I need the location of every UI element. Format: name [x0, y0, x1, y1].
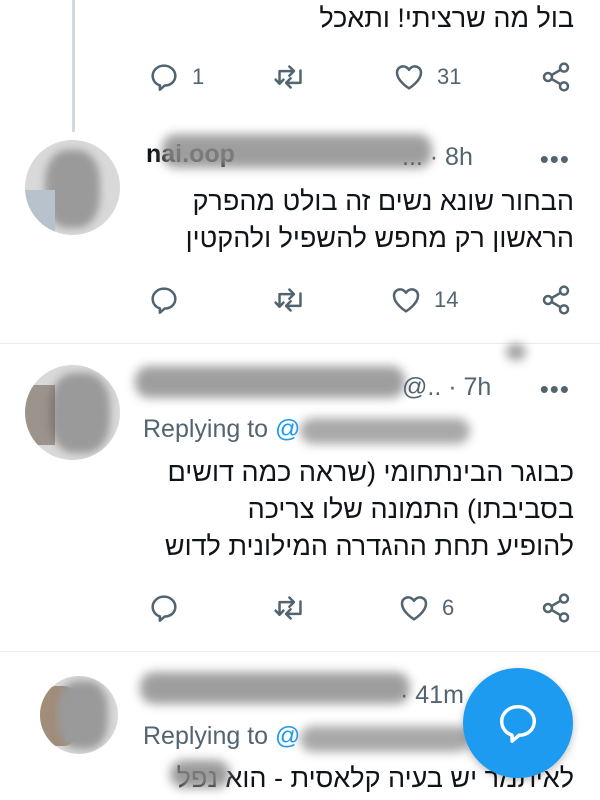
tweet-2-like-count: 14 [434, 287, 459, 312]
tweet-4-avatar[interactable] [40, 676, 118, 754]
replying-handle-redaction [300, 726, 470, 752]
replying-label: Replying to [143, 415, 269, 443]
heart-icon [400, 596, 428, 621]
replying-handle-link[interactable]: @ [275, 722, 300, 750]
tweet-4-handle-time: · 41m [400, 681, 464, 709]
tweet-2-avatar[interactable] [25, 140, 120, 235]
tweet-1-reply-button[interactable]: 1 [148, 61, 204, 93]
tweet-3-share-button[interactable] [540, 592, 572, 624]
tweet-3-like-count: 6 [442, 595, 455, 620]
tweet-2-handle-time: ... · 8h [402, 143, 473, 171]
tweet-divider [0, 651, 600, 652]
tweet-2-like-button[interactable]: 14 [390, 284, 458, 316]
redaction-mark [506, 344, 526, 360]
tweet-3-handle-time: @.. · 7h [402, 373, 492, 401]
tweet-4-name-redaction [140, 672, 410, 704]
tweet-1-retweet-button[interactable] [273, 61, 307, 93]
tweet-1-like-button[interactable]: 31 [393, 61, 461, 93]
reply-icon [151, 595, 177, 622]
tweet-3-avatar[interactable] [25, 365, 120, 460]
tweet-3-text: כבוגר הבינתחומי (שראה כמה דושים בסביבתו)… [165, 454, 574, 565]
replying-label: Replying to [143, 722, 269, 750]
retweet-icon [274, 65, 302, 89]
tweet-3-line-1: כבוגר הבינתחומי (שראה כמה דושים [167, 457, 574, 487]
tweet-2-share-button[interactable] [540, 284, 572, 316]
tweet-2-handle-redaction [162, 134, 432, 168]
tweet-2-text: הבחור שונא נשים זה בולט מהפרק הראשון רק … [186, 183, 574, 257]
thread-connector-line [72, 0, 75, 132]
tweet-1-text: בול מה שרציתי! ותאכל [319, 0, 574, 37]
tweet-3-line-2: בסביבתו) התמונה שלו צריכה [247, 494, 574, 524]
share-icon [542, 62, 570, 92]
reply-icon [151, 64, 177, 91]
heart-icon [392, 288, 420, 313]
tweet-2-line-1: הבחור שונא נשים זה בולט מהפרק [192, 186, 575, 216]
compose-reply-icon [499, 704, 537, 743]
tweet-3-like-button[interactable]: 6 [398, 592, 454, 624]
compose-reply-button[interactable] [463, 668, 573, 778]
tweet-1-line-1: בול מה שרציתי! ותאכל [319, 3, 574, 33]
tweet-3-name-redaction [135, 366, 405, 398]
tweet-3-more-icon[interactable]: ••• [540, 374, 570, 405]
tweet-1-reply-count: 1 [192, 64, 205, 89]
tweet-1-like-count: 31 [437, 64, 462, 89]
retweet-icon [274, 596, 302, 620]
tweet-3-retweet-button[interactable] [273, 592, 307, 624]
tweet-2-retweet-button[interactable] [273, 284, 307, 316]
tweet-2-reply-button[interactable] [148, 284, 180, 316]
reply-icon [151, 287, 177, 314]
share-icon [542, 285, 570, 315]
tweet-3-replying-to: Replying to @ [143, 415, 300, 444]
replying-handle-link[interactable]: @ [275, 415, 300, 443]
retweet-icon [274, 288, 302, 312]
heart-icon [395, 65, 423, 90]
tweet-4-text-redaction [170, 760, 230, 788]
tweet-4-replying-to: Replying to @ [143, 722, 300, 751]
share-icon [542, 593, 570, 623]
tweet-2-line-2: הראשון רק מחפש להשפיל ולהקטין [185, 223, 574, 253]
tweet-1-share-button[interactable] [540, 61, 572, 93]
tweet-2-more-icon[interactable]: ••• [540, 144, 570, 175]
tweet-3-line-3: להופיע תחת ההגדרה המילונית לדוש [164, 531, 574, 561]
tweet-3-reply-button[interactable] [148, 592, 180, 624]
replying-handle-redaction [300, 418, 470, 444]
